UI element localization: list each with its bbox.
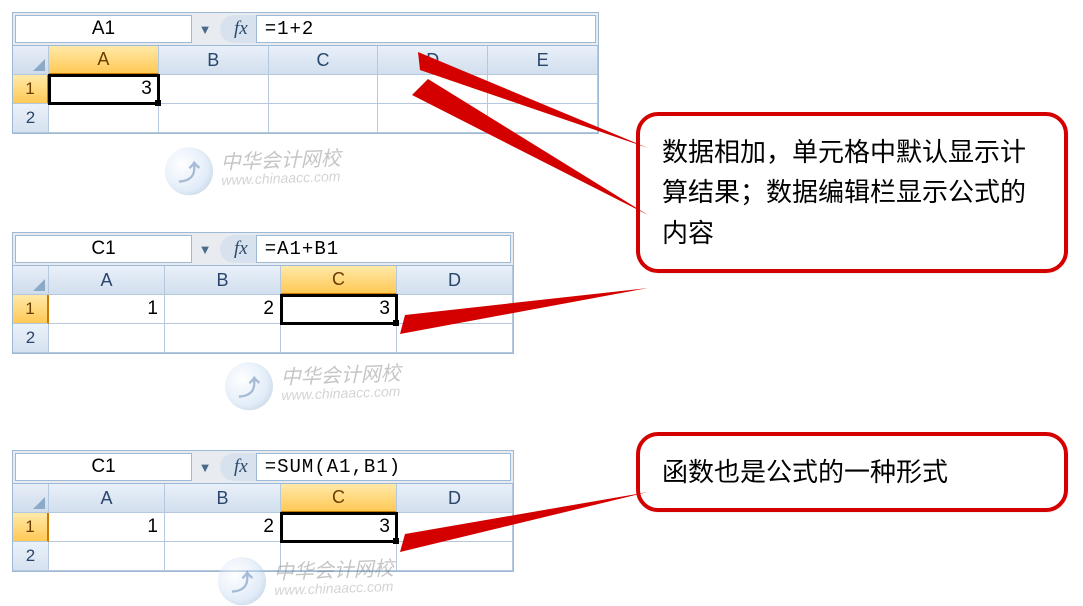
formula-input[interactable]: =A1+B1 [256, 235, 511, 263]
select-all-corner[interactable] [13, 266, 49, 295]
cell-B2[interactable] [165, 324, 281, 353]
column-header-C[interactable]: C [269, 46, 379, 75]
cell-D1[interactable] [397, 295, 513, 324]
cell-C1[interactable]: 3 [281, 295, 397, 324]
cell-A1[interactable]: 1 [49, 513, 165, 542]
cell-D2[interactable] [397, 324, 513, 353]
cell-C1[interactable] [269, 75, 379, 104]
column-header-A[interactable]: A [49, 46, 159, 75]
row-header-1[interactable]: 1 [13, 513, 49, 542]
cell-C2[interactable] [269, 104, 379, 133]
cell-A1[interactable]: 1 [49, 295, 165, 324]
cell-B2[interactable] [165, 542, 281, 571]
row-header-1[interactable]: 1 [13, 75, 49, 104]
excel-example-2: C1▼fx=A1+B1ABCD11232 [12, 232, 514, 354]
name-box[interactable]: C1 [15, 235, 192, 263]
name-box[interactable]: A1 [15, 15, 192, 43]
cell-B1[interactable]: 2 [165, 295, 281, 324]
column-header-A[interactable]: A [49, 266, 165, 295]
column-header-B[interactable]: B [165, 266, 281, 295]
cell-A2[interactable] [49, 324, 165, 353]
name-box-dropdown-icon[interactable]: ▼ [194, 13, 216, 45]
column-header-A[interactable]: A [49, 484, 165, 513]
watermark: ⤴ 中华会计网校www.chinaacc.com [164, 142, 342, 196]
cell-C1[interactable]: 3 [281, 513, 397, 542]
cell-D2[interactable] [397, 542, 513, 571]
fx-button[interactable]: fx [220, 15, 256, 43]
fx-button[interactable]: fx [220, 235, 256, 263]
row-header-1[interactable]: 1 [13, 295, 49, 324]
name-box-dropdown-icon[interactable]: ▼ [194, 233, 216, 265]
column-header-D[interactable]: D [397, 484, 513, 513]
column-header-C[interactable]: C [281, 266, 397, 295]
column-header-D[interactable]: D [397, 266, 513, 295]
column-header-D[interactable]: D [378, 46, 488, 75]
cell-A1[interactable]: 3 [49, 75, 159, 104]
column-header-B[interactable]: B [165, 484, 281, 513]
cell-E2[interactable] [488, 104, 598, 133]
formula-bar: A1▼ fx =1+2 [13, 13, 598, 46]
fx-icon: fx [234, 18, 248, 40]
callout-function-explanation: 函数也是公式的一种形式 [636, 432, 1068, 512]
name-box-dropdown-icon[interactable]: ▼ [194, 451, 216, 483]
name-box[interactable]: C1 [15, 453, 192, 481]
cell-A2[interactable] [49, 104, 159, 133]
spreadsheet-grid: ABCDE 132 [13, 46, 598, 133]
column-header-C[interactable]: C [281, 484, 397, 513]
cell-B2[interactable] [159, 104, 269, 133]
row-header-2[interactable]: 2 [13, 324, 49, 353]
cell-D1[interactable] [378, 75, 488, 104]
formula-bar: C1▼ fx =SUM(A1,B1) [13, 451, 513, 484]
cell-D2[interactable] [378, 104, 488, 133]
cell-E1[interactable] [488, 75, 598, 104]
callout-formula-explanation: 数据相加，单元格中默认显示计算结果；数据编辑栏显示公式的内容 [636, 112, 1068, 273]
row-header-2[interactable]: 2 [13, 104, 49, 133]
spreadsheet-grid: ABCD11232 [13, 266, 513, 353]
select-all-corner[interactable] [13, 484, 49, 513]
column-header-E[interactable]: E [488, 46, 598, 75]
excel-example-1: A1▼ fx =1+2 ABCDE 132 [12, 12, 599, 134]
formula-input[interactable]: =SUM(A1,B1) [256, 453, 511, 481]
column-header-B[interactable]: B [159, 46, 269, 75]
cell-A2[interactable] [49, 542, 165, 571]
formula-bar: C1▼ fx =A1+B1 [13, 233, 513, 266]
select-all-corner[interactable] [13, 46, 49, 75]
cell-B1[interactable] [159, 75, 269, 104]
spreadsheet-grid: ABCD11232 [13, 484, 513, 571]
fx-button[interactable]: fx [220, 453, 256, 481]
cell-D1[interactable] [397, 513, 513, 542]
fx-icon: fx [234, 238, 248, 260]
cell-C2[interactable] [281, 324, 397, 353]
cell-C2[interactable] [281, 542, 397, 571]
formula-input[interactable]: =1+2 [256, 15, 596, 43]
excel-example-3: C1▼fx=SUM(A1,B1)ABCD11232 [12, 450, 514, 572]
fx-icon: fx [234, 456, 248, 478]
watermark: ⤴ 中华会计网校www.chinaacc.com [224, 357, 402, 411]
row-header-2[interactable]: 2 [13, 542, 49, 571]
cell-B1[interactable]: 2 [165, 513, 281, 542]
